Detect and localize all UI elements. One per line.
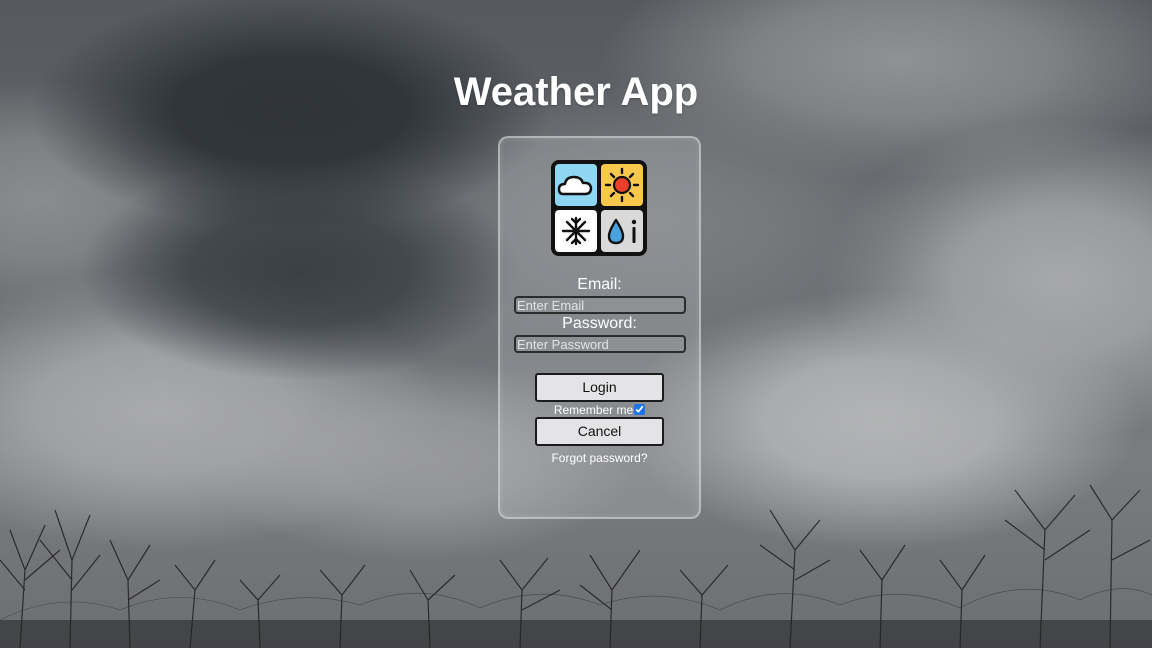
remember-me-checkbox[interactable] <box>634 404 646 415</box>
login-button[interactable]: Login <box>535 373 664 402</box>
email-label: Email: <box>577 276 622 293</box>
cancel-button[interactable]: Cancel <box>535 417 664 446</box>
snowflake-icon <box>561 216 591 246</box>
password-field[interactable] <box>514 335 686 353</box>
login-card: Email: Password: Login Remember me Cance… <box>498 136 701 519</box>
remember-me-label: Remember me <box>553 403 634 417</box>
weather-logo-icon <box>551 160 647 256</box>
remember-me: Remember me <box>500 403 699 417</box>
forgot-password-link[interactable]: Forgot password? <box>500 451 699 465</box>
sun-icon <box>604 167 640 203</box>
page-title: Weather App <box>453 70 699 114</box>
email-field[interactable] <box>514 296 686 314</box>
password-label: Password: <box>562 315 637 332</box>
